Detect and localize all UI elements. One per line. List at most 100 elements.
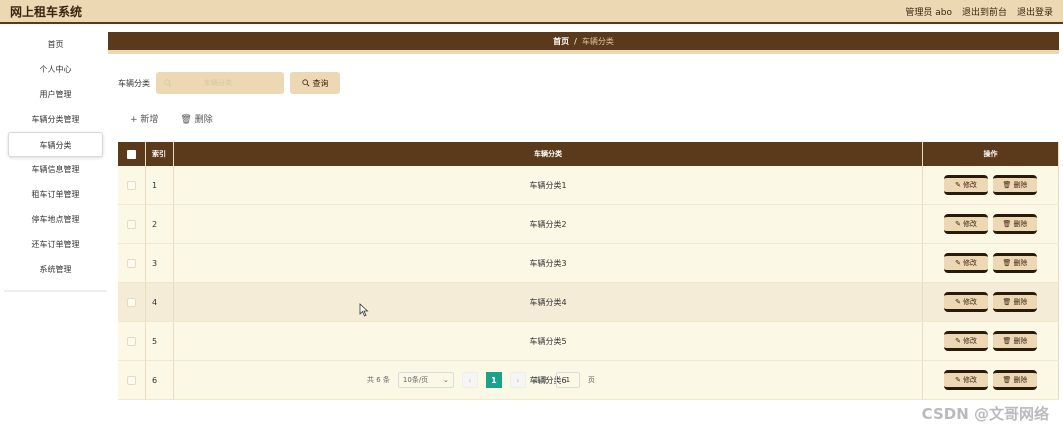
table-row: 1 车辆分类1 ✎ 修改 🗑 删除 — [118, 166, 1059, 205]
prev-page-button[interactable]: ‹ — [461, 372, 478, 388]
edit-button[interactable]: ✎ 修改 — [944, 370, 988, 390]
trash-icon: 🗑 — [1002, 376, 1012, 384]
row-index: 5 — [146, 322, 174, 360]
row-delete-label: 删除 — [1013, 181, 1028, 189]
category-table: 索引 车辆分类 操作 1 车辆分类1 ✎ 修改 🗑 删除 2 车辆分类2 ✎ 修改 🗑… — [118, 142, 1059, 400]
search-label: 车辆分类 — [118, 78, 150, 88]
table-row: 5 车辆分类5 ✎ 修改 🗑 删除 — [118, 322, 1059, 361]
sidebar-item-home[interactable]: 首页 — [4, 32, 107, 57]
sidebar-item-system[interactable]: 系统管理 — [4, 257, 107, 282]
sidebar-item-profile[interactable]: 个人中心 — [4, 57, 107, 82]
row-delete-button[interactable]: 🗑 删除 — [993, 175, 1037, 195]
row-index: 3 — [146, 244, 174, 282]
edit-button-label: 修改 — [962, 259, 977, 267]
sidebar-item-category-manage[interactable]: 车辆分类管理 — [4, 107, 107, 132]
page-unit-label: 页 — [587, 376, 595, 384]
row-name: 车辆分类4 — [174, 283, 923, 321]
table-row: 3 车辆分类3 ✎ 修改 🗑 删除 — [118, 244, 1059, 283]
add-button[interactable]: + 新增 — [130, 112, 158, 125]
select-all-cell[interactable] — [118, 142, 146, 166]
row-delete-button[interactable]: 🗑 删除 — [993, 370, 1037, 390]
edit-button-label: 修改 — [962, 220, 977, 228]
search-icon — [301, 79, 309, 87]
search-button[interactable]: 查询 — [290, 72, 340, 94]
trash-icon: 🗑 — [1002, 181, 1012, 189]
pencil-icon: ✎ — [955, 259, 961, 267]
trash-icon: 🗑 — [1002, 298, 1012, 306]
chevron-right-icon: › — [516, 375, 520, 385]
header-operations: 操作 — [923, 142, 1059, 166]
row-checkbox[interactable] — [127, 258, 136, 268]
sidebar-item-parking[interactable]: 停车地点管理 — [4, 207, 107, 232]
row-name: 车辆分类2 — [174, 205, 923, 243]
page-size-select[interactable]: 10条/页 ⌄ — [397, 372, 454, 388]
page-size-value: 10条/页 — [402, 376, 429, 384]
edit-button-label: 修改 — [962, 337, 977, 345]
chevron-left-icon: ‹ — [468, 375, 472, 385]
row-name: 车辆分类1 — [174, 166, 923, 204]
sidebar-item-rental-orders[interactable]: 租车订单管理 — [4, 182, 107, 207]
row-checkbox[interactable] — [127, 219, 136, 229]
pencil-icon: ✎ — [955, 181, 961, 189]
logout-link[interactable]: 退出登录 — [1017, 5, 1053, 18]
goto-page-input[interactable]: 1 — [555, 372, 580, 388]
row-delete-button[interactable]: 🗑 删除 — [993, 292, 1037, 312]
row-delete-label: 删除 — [1013, 298, 1028, 306]
search-input[interactable]: 车辆分类 — [156, 72, 284, 94]
row-delete-button[interactable]: 🗑 删除 — [993, 253, 1037, 273]
row-name: 车辆分类5 — [174, 322, 923, 360]
edit-button[interactable]: ✎ 修改 — [944, 292, 988, 312]
select-all-checkbox[interactable] — [127, 149, 136, 159]
row-checkbox[interactable] — [127, 180, 136, 190]
edit-button-label: 修改 — [962, 298, 977, 306]
mouse-cursor-icon — [359, 303, 369, 317]
pager-total: 共 6 条 — [367, 376, 390, 384]
delete-button-label: 删除 — [194, 115, 213, 125]
search-button-label: 查询 — [312, 78, 329, 88]
trash-icon: 🗑 — [1002, 337, 1012, 345]
edit-button-label: 修改 — [962, 376, 977, 384]
row-checkbox[interactable] — [127, 336, 136, 346]
sidebar-item-users[interactable]: 用户管理 — [4, 82, 107, 107]
row-checkbox[interactable] — [127, 297, 136, 307]
row-delete-label: 删除 — [1013, 259, 1028, 267]
top-bar: 网上租车系统 管理员 abo 退出到前台 退出登录 — [0, 0, 1063, 24]
table-row: 2 车辆分类2 ✎ 修改 🗑 删除 — [118, 205, 1059, 244]
plus-icon: + — [130, 115, 141, 125]
row-delete-button[interactable]: 🗑 删除 — [993, 331, 1037, 351]
row-index: 1 — [146, 166, 174, 204]
sidebar-item-return-orders[interactable]: 还车订单管理 — [4, 232, 107, 257]
delete-button[interactable]: 🗑 删除 — [180, 112, 212, 125]
breadcrumb-home[interactable]: 首页 — [553, 36, 569, 47]
watermark: CSDN @文哥网络 — [921, 405, 1049, 423]
pencil-icon: ✎ — [955, 298, 961, 306]
page-number-current[interactable]: 1 — [485, 372, 502, 388]
edit-button[interactable]: ✎ 修改 — [944, 253, 988, 273]
header-index: 索引 — [146, 142, 174, 166]
next-page-button[interactable]: › — [509, 372, 526, 388]
goto-label: 前往 — [533, 376, 548, 384]
pagination: 共 6 条 10条/页 ⌄ ‹ 1 › 前往 1 页 — [367, 372, 595, 388]
breadcrumb-separator: / — [574, 36, 577, 46]
sidebar-item-category[interactable]: 车辆分类 — [8, 132, 103, 157]
row-checkbox[interactable] — [127, 375, 136, 385]
row-delete-button[interactable]: 🗑 删除 — [993, 214, 1037, 234]
header-name: 车辆分类 — [174, 142, 923, 166]
pencil-icon: ✎ — [955, 376, 961, 384]
main-content: 首页 / 车辆分类 车辆分类 车辆分类 查询 + 新增 🗑 删除 索引 车辆分类… — [108, 32, 1059, 400]
sidebar: 首页 个人中心 用户管理 车辆分类管理 车辆分类 车辆信息管理 租车订单管理 停… — [4, 32, 107, 292]
back-to-front-link[interactable]: 退出到前台 — [962, 5, 1007, 18]
edit-button[interactable]: ✎ 修改 — [944, 214, 988, 234]
actions-row: + 新增 🗑 删除 — [130, 112, 213, 125]
breadcrumb: 首页 / 车辆分类 — [108, 32, 1059, 54]
row-delete-label: 删除 — [1013, 220, 1028, 228]
sidebar-item-vehicle-info[interactable]: 车辆信息管理 — [4, 157, 107, 182]
edit-button[interactable]: ✎ 修改 — [944, 331, 988, 351]
app-title: 网上租车系统 — [10, 4, 83, 19]
chevron-down-icon: ⌄ — [443, 376, 449, 384]
search-icon — [164, 79, 172, 87]
edit-button[interactable]: ✎ 修改 — [944, 175, 988, 195]
pencil-icon: ✎ — [955, 337, 961, 345]
breadcrumb-current: 车辆分类 — [581, 36, 614, 46]
row-index: 6 — [146, 361, 174, 399]
